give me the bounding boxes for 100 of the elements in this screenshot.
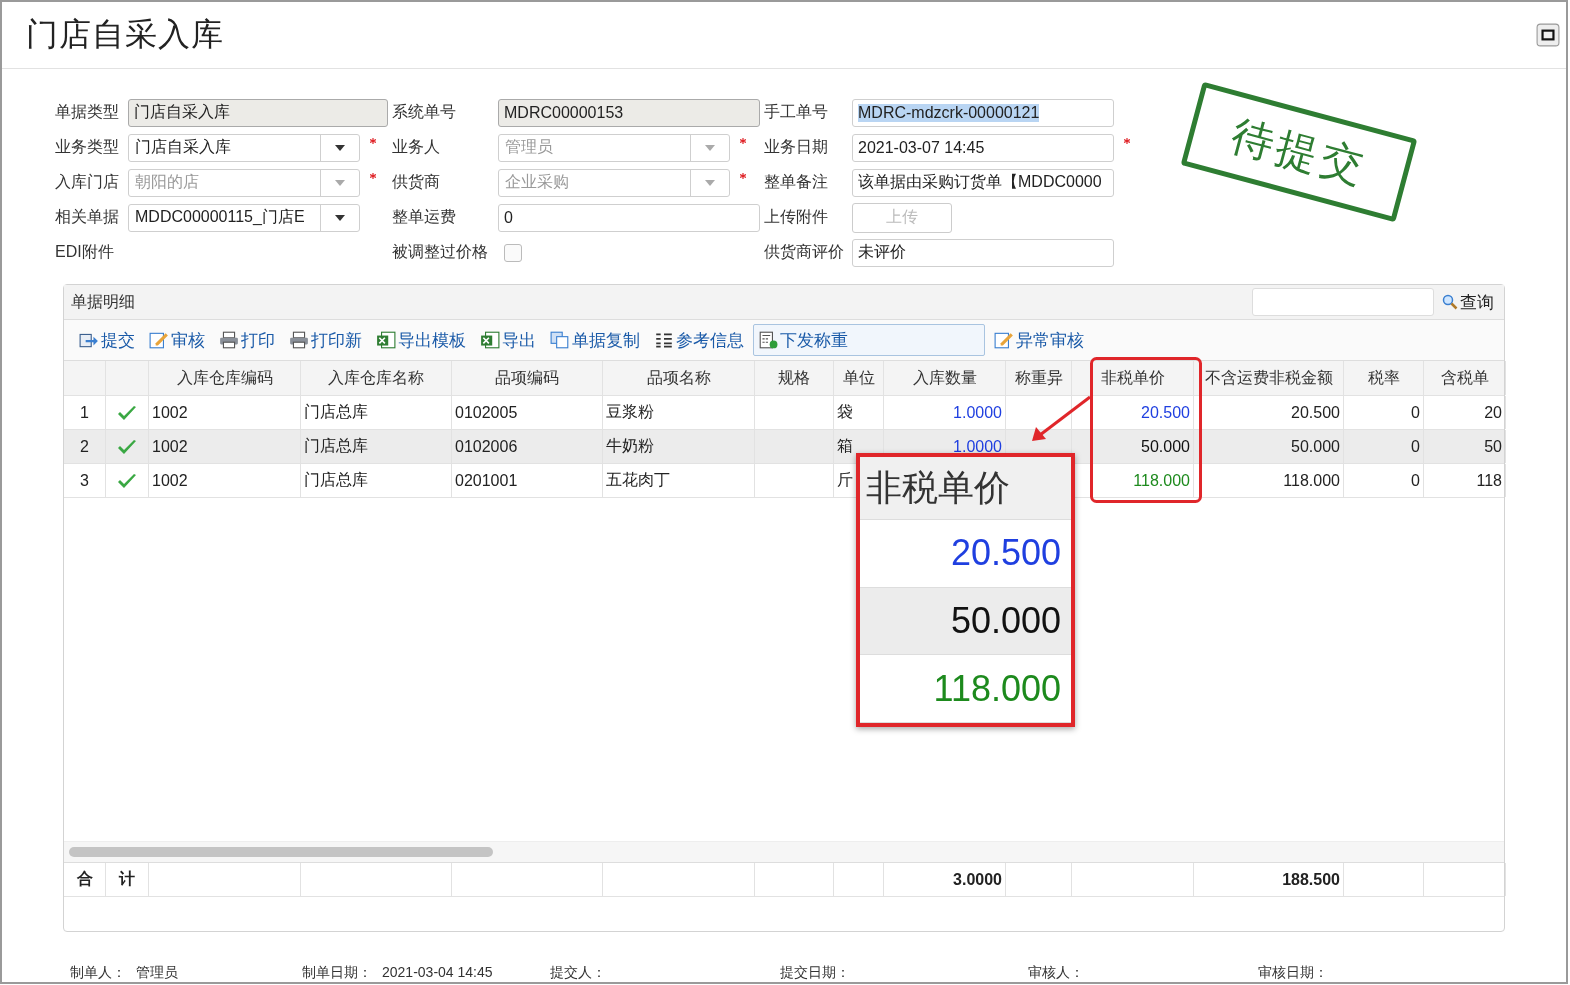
search-button[interactable]: 查询 — [1442, 290, 1494, 314]
field-label: 相关单据 — [55, 207, 120, 227]
toolbar-button[interactable]: 导出模板 — [371, 324, 471, 356]
readonly-field: MDRC00000153 — [498, 98, 760, 127]
input-field[interactable]: 未评价 — [852, 238, 1114, 267]
toolbar-button[interactable]: 导出 — [475, 324, 541, 356]
table-cell: 20.500 — [1141, 403, 1190, 422]
dropdown-field[interactable]: MDDC00000115_门店E — [128, 203, 360, 232]
column-header[interactable]: 称重异 — [1006, 361, 1072, 395]
table-cell-text: 门店总库 — [304, 402, 368, 422]
row-highlight[interactable]: 2 1002 门店总库 0102006 牛奶粉 箱 1.0000 50.000 50.000 0 50 — [64, 430, 1504, 464]
printer-icon — [289, 331, 309, 349]
status-stamp: 待提交 — [1180, 81, 1418, 223]
table-cell-text: 五花肉丁 — [606, 470, 670, 490]
table-cell-text: 门店总库 — [304, 470, 368, 490]
field-label: 业务类型 — [55, 137, 120, 157]
column-header[interactable]: 规格 — [755, 361, 834, 395]
toolbar-button[interactable]: 审核 — [144, 324, 210, 356]
column-header[interactable]: 非税单价 — [1072, 361, 1194, 395]
total-label: 合 — [64, 863, 106, 896]
row-number[interactable]: 2 — [64, 430, 106, 463]
total-cell: 3.0000 — [884, 863, 1006, 896]
table-cell: 1002 — [152, 403, 188, 422]
scrollbar[interactable] — [69, 847, 493, 857]
field-label: 被调整过价格 — [392, 242, 489, 262]
footer-value: 2021-03-04 14:45 — [382, 964, 493, 982]
list-icon — [654, 331, 674, 349]
table-cell: 50.000 — [1141, 437, 1190, 456]
column-header[interactable]: 不含运费非税金额 — [1194, 361, 1344, 395]
callout-value: 50.000 — [860, 587, 1071, 656]
toolbar-button[interactable]: 下发称重 — [753, 324, 985, 356]
footer-label: 审核日期： — [1258, 964, 1328, 982]
input-field[interactable]: MDRC-mdzcrk-00000121 — [852, 98, 1114, 127]
pencil-icon — [994, 331, 1014, 349]
field-label: 入库门店 — [55, 172, 120, 192]
printer-icon — [219, 331, 239, 349]
row-number[interactable]: 1 — [64, 396, 106, 429]
column-header[interactable]: 入库仓库名称 — [301, 361, 452, 395]
table-cell-text: 斤 — [837, 470, 853, 490]
footer-value: 管理员 — [136, 964, 178, 982]
arrow-icon — [79, 331, 99, 349]
column-header[interactable]: 税率 — [1344, 361, 1424, 395]
toolbar-button[interactable]: 异常审核 — [989, 324, 1089, 356]
table-cell: 1.0000 — [953, 437, 1002, 456]
spreadsheet-icon — [480, 331, 500, 349]
table-cell: 1.0000 — [953, 403, 1002, 422]
field-label: 业务日期 — [764, 137, 829, 157]
toolbar-button[interactable]: 参考信息 — [649, 324, 749, 356]
caret-icon — [335, 214, 345, 221]
column-header[interactable]: 入库仓库编码 — [149, 361, 301, 395]
toolbar-button[interactable]: 打印 — [214, 324, 280, 356]
table-cell: 0 — [1411, 471, 1420, 490]
toolbar-button[interactable]: 单据复制 — [545, 324, 645, 356]
footer-label: 提交日期： — [780, 964, 850, 982]
table-cell: 118 — [1476, 471, 1502, 490]
table-cell: 0 — [1411, 403, 1420, 422]
field-label: 系统单号 — [392, 102, 457, 122]
input-field[interactable]: 0 — [498, 203, 760, 232]
table-cell-text: 箱 — [837, 436, 853, 456]
field-label: EDI附件 — [55, 242, 115, 262]
footer-label: 制单日期： — [302, 964, 372, 982]
callout-header: 非税单价 — [860, 457, 1071, 520]
checkbox[interactable] — [504, 243, 522, 262]
pencil-icon — [149, 331, 169, 349]
pointer-arrow — [1030, 395, 1092, 443]
table-cell-text: 牛奶粉 — [606, 436, 654, 456]
caret-icon — [705, 179, 715, 186]
table-cell: 0 — [1411, 437, 1420, 456]
footer-label: 审核人： — [1028, 964, 1084, 982]
table-cell: 0201001 — [455, 471, 518, 490]
table-cell-text: 门店总库 — [304, 436, 368, 456]
column-header[interactable]: 单位 — [834, 361, 884, 395]
column-header[interactable]: 入库数量 — [884, 361, 1006, 395]
caret-icon — [335, 179, 345, 186]
toolbar-button[interactable]: 提交 — [74, 324, 140, 356]
input-field[interactable]: 该单据由采购订货单【MDDC0000 — [852, 168, 1114, 197]
table-cell: 0102005 — [455, 403, 518, 422]
maximize-icon[interactable] — [1536, 23, 1560, 47]
search-field[interactable] — [1252, 288, 1434, 316]
table-cell: 20 — [1484, 403, 1502, 422]
table-cell: 118.000 — [1133, 471, 1190, 490]
caret-icon — [705, 144, 715, 151]
input-field[interactable]: 2021-03-07 14:45 — [852, 133, 1114, 162]
toolbar-button[interactable]: 打印新 — [284, 324, 367, 356]
window-title: 门店自采入库 — [26, 15, 224, 54]
callout-value: 20.500 — [860, 520, 1071, 588]
field-label: 单据类型 — [55, 102, 120, 122]
readonly-field: 门店自采入库 — [128, 98, 388, 127]
column-header[interactable]: 含税单 — [1424, 361, 1506, 395]
dropdown-field[interactable]: 门店自采入库 — [128, 133, 360, 162]
callout-value: 118.000 — [860, 655, 1071, 723]
row-number[interactable]: 3 — [64, 464, 106, 497]
table-cell: 118.000 — [1283, 471, 1340, 490]
table-cell-text: 豆浆粉 — [606, 402, 654, 422]
field-label: 供货商 — [392, 172, 441, 192]
total-cell: 188.500 — [1194, 863, 1344, 896]
column-header[interactable]: 品项名称 — [603, 361, 755, 395]
column-header[interactable]: 品项编码 — [452, 361, 603, 395]
table-cell: 0102006 — [455, 437, 518, 456]
field-label: 上传附件 — [764, 207, 829, 227]
